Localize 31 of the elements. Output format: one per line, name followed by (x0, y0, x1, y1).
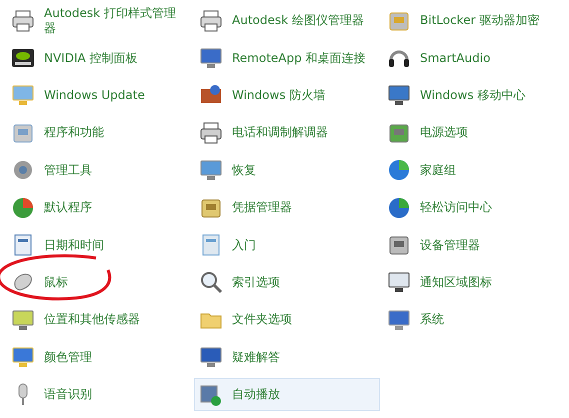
control-panel-link[interactable]: 凭据管理器 (194, 190, 380, 224)
control-panel-link[interactable]: 入门 (194, 228, 380, 262)
control-panel-link[interactable]: 家庭组 (382, 154, 568, 187)
control-panel-link[interactable]: 电话和调制解调器 (194, 116, 380, 150)
control-panel-link[interactable]: NVIDIA 控制面板 (6, 41, 192, 75)
control-panel-link[interactable]: 疑难解答 (194, 340, 380, 374)
control-panel-link[interactable]: 电源选项 (382, 116, 568, 150)
control-panel-link[interactable]: Autodesk 绘图仪管理器 (194, 4, 380, 38)
control-panel-link[interactable]: 颜色管理 (6, 340, 192, 374)
control-panel-link[interactable]: 系统 (382, 303, 568, 337)
control-panel-link[interactable]: Windows Update (6, 78, 192, 112)
control-panel-link[interactable]: 鼠标 (6, 266, 192, 300)
control-panel-link[interactable]: 文件夹选项 (194, 303, 380, 337)
control-panel-link[interactable]: 语音识别 (6, 378, 192, 412)
control-panel-link[interactable]: 恢复 (194, 154, 380, 187)
control-panel-link[interactable]: 通知区域图标 (382, 266, 568, 300)
control-panel-link[interactable]: 位置和其他传感器 (6, 303, 192, 337)
control-panel-link[interactable]: 默认程序 (6, 190, 192, 224)
control-panel-link[interactable]: 设备管理器 (382, 228, 568, 262)
control-panel-link[interactable]: SmartAudio (382, 41, 568, 75)
control-panel-link[interactable]: BitLocker 驱动器加密 (382, 4, 568, 38)
control-panel-link[interactable]: 索引选项 (194, 266, 380, 300)
control-panel-link[interactable]: 日期和时间 (6, 228, 192, 262)
control-panel-link[interactable]: Autodesk 打印样式管理器 (6, 4, 192, 38)
control-panel-link[interactable]: 轻松访问中心 (382, 190, 568, 224)
control-panel-link[interactable]: Windows 移动中心 (382, 78, 568, 112)
control-panel-link[interactable]: Windows 防火墙 (194, 78, 380, 112)
control-panel-link[interactable]: RemoteApp 和桌面连接 (194, 41, 380, 75)
control-panel-link[interactable]: 管理工具 (6, 154, 192, 187)
control-panel-link[interactable]: 程序和功能 (6, 116, 192, 150)
control-panel-link[interactable]: 自动播放 (194, 378, 380, 412)
